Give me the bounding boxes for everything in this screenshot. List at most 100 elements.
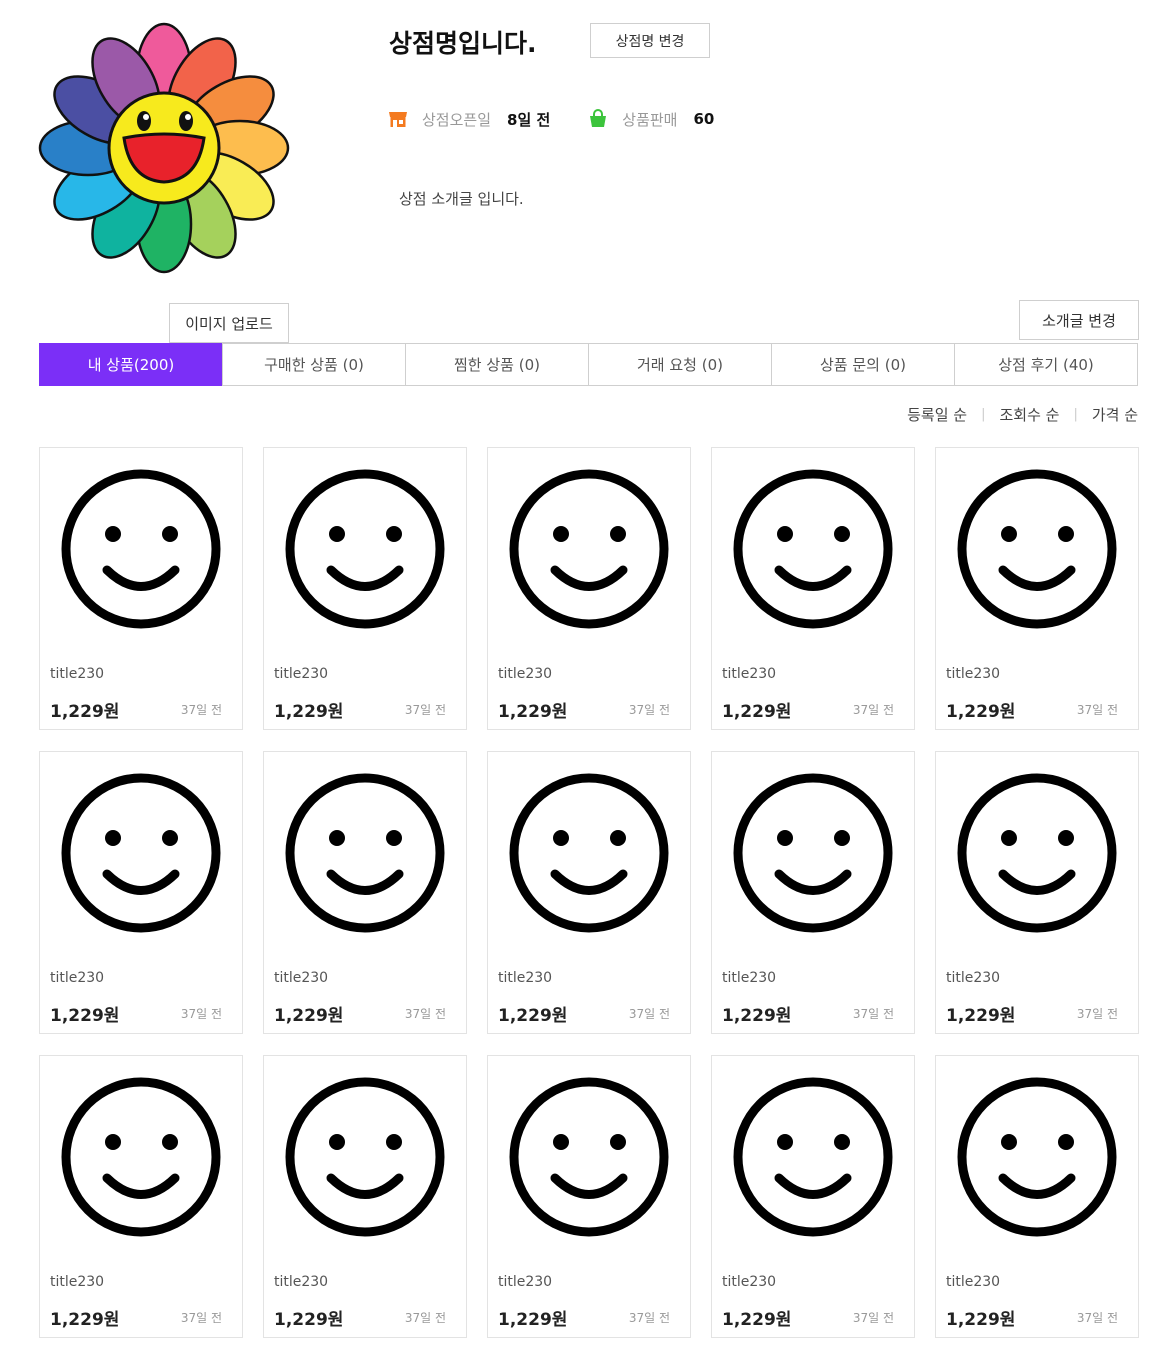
product-date: 37일 전 (852, 703, 894, 717)
smiley-icon (733, 773, 893, 933)
product-date: 37일 전 (180, 1311, 222, 1325)
product-card[interactable]: title230 1,229원 37일 전 (487, 1055, 691, 1338)
product-card[interactable]: title230 1,229원 37일 전 (935, 447, 1139, 730)
smiley-icon (285, 469, 445, 629)
smiley-icon (61, 1077, 221, 1237)
shop-intro: 상점 소개글 입니다. (399, 190, 524, 208)
product-date: 37일 전 (1076, 703, 1118, 717)
product-price: 1,229원 (274, 1310, 344, 1330)
product-price: 1,229원 (50, 1310, 120, 1330)
smiley-icon (733, 469, 893, 629)
sales-label: 상품판매 (622, 110, 678, 129)
product-grid: title230 1,229원 37일 전 title230 1,229원 37일 전 ti… (39, 447, 1139, 1338)
smiley-icon (285, 1077, 445, 1237)
tab-reviews[interactable]: 상점 후기 (40) (954, 343, 1138, 386)
product-title: title230 (274, 1274, 329, 1290)
product-card[interactable]: title230 1,229원 37일 전 (935, 751, 1139, 1034)
product-date: 37일 전 (404, 1007, 446, 1021)
product-price: 1,229원 (498, 1006, 568, 1026)
store-icon (389, 112, 407, 127)
product-card[interactable]: title230 1,229원 37일 전 (487, 751, 691, 1034)
product-title: title230 (274, 666, 329, 682)
tab-trade-requests[interactable]: 거래 요청 (0) (588, 343, 772, 386)
product-title: title230 (274, 970, 329, 986)
product-price: 1,229원 (50, 1006, 120, 1026)
product-date: 37일 전 (180, 703, 222, 717)
product-card[interactable]: title230 1,229원 37일 전 (711, 1055, 915, 1338)
product-title: title230 (498, 1274, 553, 1290)
smiley-icon (957, 773, 1117, 933)
product-date: 37일 전 (180, 1007, 222, 1021)
product-card[interactable]: title230 1,229원 37일 전 (711, 751, 915, 1034)
product-title: title230 (722, 970, 777, 986)
product-title: title230 (498, 666, 553, 682)
tab-my-products[interactable]: 내 상품(200) (39, 343, 223, 386)
product-card[interactable]: title230 1,229원 37일 전 (39, 1055, 243, 1338)
shop-stats: 상점오픈일 8일 전 상품판매 60 (388, 106, 714, 132)
product-price: 1,229원 (50, 702, 120, 722)
smiley-icon (509, 469, 669, 629)
product-title: title230 (946, 666, 1001, 682)
product-price: 1,229원 (946, 1310, 1016, 1330)
product-card[interactable]: title230 1,229원 37일 전 (935, 1055, 1139, 1338)
smiley-icon (733, 1077, 893, 1237)
product-title: title230 (50, 666, 105, 682)
product-title: title230 (722, 666, 777, 682)
product-price: 1,229원 (946, 702, 1016, 722)
tab-wishlist[interactable]: 찜한 상품 (0) (405, 343, 589, 386)
product-title: title230 (946, 1274, 1001, 1290)
product-date: 37일 전 (852, 1007, 894, 1021)
product-card[interactable]: title230 1,229원 37일 전 (39, 447, 243, 730)
smiley-icon (61, 469, 221, 629)
product-price: 1,229원 (722, 1310, 792, 1330)
product-date: 37일 전 (404, 703, 446, 717)
product-price: 1,229원 (274, 1006, 344, 1026)
product-title: title230 (946, 970, 1001, 986)
product-date: 37일 전 (628, 1007, 670, 1021)
sort-options: 등록일 순 | 조회수 순 | 가격 순 (907, 404, 1138, 425)
product-price: 1,229원 (498, 702, 568, 722)
product-date: 37일 전 (628, 703, 670, 717)
shopping-bag-icon (590, 109, 607, 127)
product-price: 1,229원 (274, 702, 344, 722)
product-card[interactable]: title230 1,229원 37일 전 (263, 447, 467, 730)
product-card[interactable]: title230 1,229원 37일 전 (39, 751, 243, 1034)
product-title: title230 (498, 970, 553, 986)
shop-name: 상점명입니다. (389, 29, 537, 58)
sort-by-date[interactable]: 등록일 순 (907, 404, 967, 425)
open-date-value: 8일 전 (507, 110, 551, 129)
product-price: 1,229원 (946, 1006, 1016, 1026)
rename-shop-button[interactable]: 상점명 변경 (590, 23, 710, 58)
product-price: 1,229원 (498, 1310, 568, 1330)
sort-separator: | (1073, 407, 1078, 422)
sort-by-price[interactable]: 가격 순 (1092, 404, 1138, 425)
edit-intro-button[interactable]: 소개글 변경 (1019, 300, 1139, 340)
smiley-icon (957, 469, 1117, 629)
product-price: 1,229원 (722, 1006, 792, 1026)
tab-inquiries[interactable]: 상품 문의 (0) (771, 343, 955, 386)
product-date: 37일 전 (852, 1311, 894, 1325)
smiley-icon (509, 1077, 669, 1237)
sales-value: 60 (693, 110, 715, 128)
smiley-icon (61, 773, 221, 933)
product-date: 37일 전 (404, 1311, 446, 1325)
product-date: 37일 전 (628, 1311, 670, 1325)
smiley-icon (957, 1077, 1117, 1237)
product-card[interactable]: title230 1,229원 37일 전 (487, 447, 691, 730)
sort-by-views[interactable]: 조회수 순 (999, 404, 1059, 425)
product-card[interactable]: title230 1,229원 37일 전 (263, 751, 467, 1034)
product-date: 37일 전 (1076, 1007, 1118, 1021)
product-title: title230 (722, 1274, 777, 1290)
product-price: 1,229원 (722, 702, 792, 722)
product-title: title230 (50, 970, 105, 986)
shop-avatar (38, 22, 290, 274)
smiley-icon (509, 773, 669, 933)
tab-purchased[interactable]: 구매한 상품 (0) (222, 343, 406, 386)
product-date: 37일 전 (1076, 1311, 1118, 1325)
product-card[interactable]: title230 1,229원 37일 전 (263, 1055, 467, 1338)
open-date-label: 상점오픈일 (422, 110, 492, 129)
smiley-icon (285, 773, 445, 933)
product-card[interactable]: title230 1,229원 37일 전 (711, 447, 915, 730)
image-upload-button[interactable]: 이미지 업로드 (169, 303, 289, 343)
tab-bar: 내 상품(200) 구매한 상품 (0) 찜한 상품 (0) 거래 요청 (0)… (39, 343, 1138, 386)
